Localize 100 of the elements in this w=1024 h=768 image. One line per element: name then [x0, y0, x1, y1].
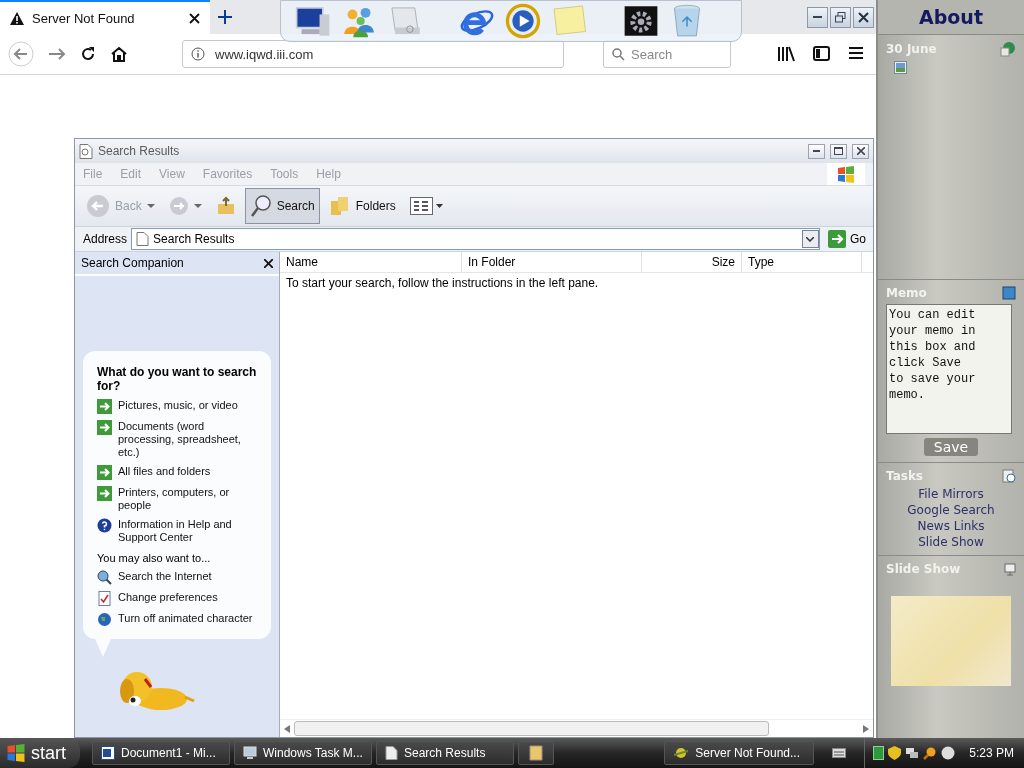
search-button[interactable]: Search [244, 188, 320, 224]
sidebar-icon[interactable] [813, 46, 830, 61]
taskbar-button[interactable]: Document1 - Mi... [92, 741, 230, 765]
home-icon[interactable] [110, 46, 128, 62]
shield-icon[interactable] [888, 746, 902, 760]
close-icon [856, 147, 865, 155]
gear-icon[interactable] [623, 3, 659, 39]
library-icon[interactable] [777, 46, 795, 62]
search-option-link[interactable]: Change preferences [118, 591, 218, 604]
info-icon [191, 47, 205, 61]
image-icon[interactable] [894, 61, 907, 74]
back-icon[interactable] [8, 41, 34, 67]
go-arrow-icon [828, 230, 846, 248]
start-button[interactable]: start [0, 738, 80, 768]
new-tab-icon[interactable] [218, 10, 232, 24]
folder-up-icon [215, 196, 236, 216]
section-title: Tasks [886, 469, 923, 483]
arrow-icon [97, 399, 112, 414]
search-option-link[interactable]: Printers, computers, or people [118, 486, 261, 512]
search-icon [249, 194, 272, 218]
go-button[interactable]: Go [824, 230, 870, 248]
forward-icon[interactable] [48, 46, 66, 62]
sidebar-title: About [919, 6, 983, 28]
close-button[interactable] [853, 6, 874, 28]
maximize-button[interactable] [830, 143, 847, 159]
arrow-icon [97, 486, 112, 501]
task-link[interactable]: File Mirrors [918, 487, 984, 501]
clock: 5:23 PM [969, 746, 1014, 760]
windows-logo-icon [837, 165, 855, 183]
search-option-link[interactable]: Pictures, music, or video [118, 399, 238, 412]
minimize-button[interactable] [807, 6, 828, 28]
reload-icon[interactable] [80, 46, 96, 62]
disc-icon[interactable] [941, 746, 956, 760]
save-button[interactable]: Save [923, 438, 979, 456]
horizontal-scrollbar[interactable] [280, 719, 873, 737]
tab-title: Server Not Found [32, 10, 136, 26]
search-option-link[interactable]: Documents (word processing, spreadsheet, etc.) [118, 420, 261, 459]
search-option-link[interactable]: All files and folders [118, 465, 211, 478]
maximize-icon [834, 147, 843, 155]
taskbar-button[interactable]: Search Results [376, 741, 514, 765]
media-player-icon[interactable] [505, 3, 541, 39]
close-icon[interactable] [189, 12, 200, 24]
search-option-link[interactable]: Turn off animated character [118, 612, 253, 625]
taskbar-button[interactable]: Server Not Found... [664, 741, 815, 765]
address-field[interactable]: Search Results [131, 228, 820, 250]
page-icon [385, 746, 398, 760]
browser-tab[interactable]: Server Not Found [0, 0, 210, 34]
search-option-link[interactable]: Search the Internet [118, 570, 212, 583]
column-header[interactable]: In Folder [462, 252, 642, 272]
taskbar-button[interactable] [518, 741, 554, 765]
dropdown-button[interactable] [802, 230, 819, 248]
taskbar-button[interactable]: Windows Task M... [234, 741, 372, 765]
address-label: Address [83, 232, 128, 246]
close-button[interactable] [852, 143, 869, 159]
network-icon[interactable] [905, 746, 920, 760]
windows-logo-icon [6, 744, 26, 762]
caret-icon [806, 236, 815, 242]
page-icon [79, 143, 93, 159]
pane-title: Search Companion [81, 256, 184, 270]
monitor-icon [243, 746, 257, 760]
scroll-right-icon[interactable] [863, 724, 869, 733]
menu-icon[interactable] [848, 46, 864, 60]
task-link[interactable]: News Links [917, 519, 985, 533]
folders-button[interactable]: Folders [323, 188, 401, 224]
views-icon [409, 197, 444, 215]
scroll-left-icon[interactable] [284, 724, 290, 733]
document-icon [101, 746, 115, 760]
page-icon [136, 232, 150, 246]
task-link[interactable]: Google Search [907, 503, 995, 517]
restore-button[interactable] [830, 6, 851, 28]
keyboard-icon[interactable] [832, 748, 847, 758]
warning-icon [10, 11, 24, 25]
globe-icon[interactable] [1000, 41, 1016, 57]
caret-icon [193, 203, 202, 209]
folder-icon [529, 745, 543, 761]
column-header[interactable]: Name [280, 252, 462, 272]
arrow-icon [97, 465, 112, 480]
question-heading: What do you want to search for? [97, 365, 258, 393]
memo-field[interactable]: You can edit your memo in this box and click Save to save your memo. [886, 304, 1012, 434]
clock-icon [1002, 469, 1016, 483]
minimize-icon [813, 15, 822, 19]
globe-search-icon [97, 570, 112, 585]
caret-icon [146, 203, 155, 209]
empty-message: To start your search, follow the instructions in the left pane. [285, 275, 600, 292]
globe-icon [97, 612, 112, 627]
magnifier-icon[interactable] [923, 746, 938, 760]
minimize-button[interactable] [808, 143, 825, 159]
task-link[interactable]: Slide Show [918, 535, 984, 549]
restore-icon [835, 11, 846, 23]
arrow-icon [97, 420, 112, 435]
minimize-icon [813, 150, 820, 152]
search-icon [612, 47, 625, 61]
close-icon[interactable] [264, 258, 273, 268]
tray-app-icon[interactable] [873, 746, 885, 760]
column-header[interactable]: Type [742, 252, 862, 272]
search-option-link[interactable]: Information in Help and Support Center [118, 518, 261, 544]
section-heading: You may also want to... [97, 552, 212, 564]
column-header[interactable]: Size [642, 252, 742, 272]
window-title: Search Results [98, 144, 181, 158]
close-icon [858, 11, 869, 23]
